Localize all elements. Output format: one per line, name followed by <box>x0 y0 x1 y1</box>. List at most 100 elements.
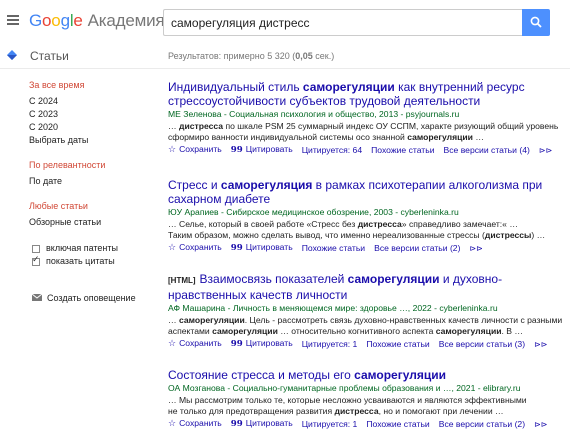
save-button[interactable]: ☆ Сохранить <box>168 242 222 254</box>
cite-button[interactable]: 99 Цитировать <box>231 144 293 156</box>
result-meta: ЮУ Арапиев - Сибирское медицинское обозр… <box>168 207 459 217</box>
highlight-term: дистресса <box>334 406 379 416</box>
highlight-term: дистрессы <box>484 230 532 240</box>
result-title-link[interactable]: Состояние стресса и методы его саморегул… <box>168 368 563 382</box>
text-fragment: Стресс и <box>168 178 221 192</box>
highlight-term: саморегуляции <box>302 80 395 94</box>
search-icon <box>530 16 542 28</box>
mail-icon <box>32 294 42 301</box>
result-title-link[interactable]: [HTML] Взаимосвязь показателей саморегуля… <box>168 272 563 302</box>
result-actions: ☆ Сохранить 99 Цитировать Цитируется: 1 Похож… <box>168 418 563 430</box>
cited-by-link[interactable]: Цитируется: 1 <box>302 419 358 430</box>
text-fragment: … Мы рассмотрим только те, которые несло… <box>168 395 527 405</box>
type-filter-active[interactable]: Любые статьи <box>29 201 154 212</box>
subbar: Статьи Результатов: примерно 5 320 (0,05… <box>0 42 570 69</box>
save-label: Сохранить <box>179 338 222 348</box>
search-box <box>163 9 522 36</box>
menu-icon[interactable] <box>7 15 19 25</box>
save-button[interactable]: ☆ Сохранить <box>168 418 222 430</box>
text-fragment: по шкале PSM 25 суммарный индекс ОУ ССПМ… <box>168 121 559 142</box>
time-filter-item[interactable]: С 2020 <box>29 122 154 135</box>
result-snippet: … дистресса по шкале PSM 25 суммарный ин… <box>168 121 563 143</box>
search-button[interactable] <box>522 9 550 36</box>
related-articles-link[interactable]: Похожие статьи <box>371 145 434 156</box>
type-filter-item[interactable]: Обзорные статьи <box>29 217 154 230</box>
all-versions-link[interactable]: Все версии статьи (2) <box>374 243 460 254</box>
time-filter-item[interactable]: С 2024 <box>29 96 154 109</box>
related-articles-link[interactable]: Похожие статьи <box>302 243 365 254</box>
cited-by-link[interactable]: Цитируется: 1 <box>302 339 358 350</box>
highlight-term: саморегуляции <box>347 272 440 286</box>
logo-letter: e <box>73 11 83 30</box>
show-citations-checkbox[interactable]: показать цитаты <box>32 255 154 268</box>
related-articles-link[interactable]: Похожие статьи <box>366 339 429 350</box>
cite-label: Цитировать <box>245 242 293 252</box>
result-item: Состояние стресса и методы его саморегул… <box>168 368 563 430</box>
result-title-link[interactable]: Стресс и саморегуляция в рамках психотер… <box>168 178 563 206</box>
sidebar: За все время С 2024 С 2023 С 2020 Выбрат… <box>29 80 154 280</box>
highlight-term: саморегуляции <box>407 132 473 142</box>
quote-icon: 99 <box>230 419 243 429</box>
cited-by-link[interactable]: Цитируется: 64 <box>302 145 362 156</box>
related-articles-link[interactable]: Похожие статьи <box>366 419 429 430</box>
time-filter-item[interactable]: С 2023 <box>29 109 154 122</box>
result-actions: ☆ Сохранить 99 Цитировать Цитируется: 64 Похо… <box>168 144 563 156</box>
articles-icon <box>7 50 17 60</box>
type-filter: Любые статьи Обзорные статьи <box>29 201 154 230</box>
more-icon[interactable]: ⊳⊳ <box>534 339 547 350</box>
text-fragment: … Селье, который в своей работе «Стресс … <box>168 219 358 229</box>
save-button[interactable]: ☆ Сохранить <box>168 144 222 156</box>
text-fragment: … относительно когнитивного аспекта <box>277 326 436 336</box>
cite-button[interactable]: 99 Цитировать <box>231 242 293 254</box>
highlight-term: саморегуляции <box>178 315 245 325</box>
checkbox-group: включая патенты показать цитаты <box>29 242 154 268</box>
star-icon: ☆ <box>168 243 177 253</box>
text-fragment: Индивидуальный стиль <box>168 80 303 94</box>
result-snippet: … Селье, который в своей работе «Стресс … <box>168 219 563 241</box>
highlight-term: дистресса <box>357 219 402 229</box>
text-fragment: … <box>472 132 484 142</box>
all-versions-link[interactable]: Все версии статьи (4) <box>444 145 530 156</box>
result-title-link[interactable]: Индивидуальный стиль саморегуляции как в… <box>168 80 563 108</box>
time-filter-active[interactable]: За все время <box>29 80 154 91</box>
sort-filter-item[interactable]: По дате <box>29 176 154 189</box>
all-versions-link[interactable]: Все версии статьи (3) <box>439 339 525 350</box>
sort-filter-active[interactable]: По релевантности <box>29 160 154 171</box>
more-icon[interactable]: ⊳⊳ <box>534 419 547 430</box>
result-snippet: … саморегуляции. Цель - рассмотреть связ… <box>168 315 563 337</box>
html-tag: [HTML] <box>168 276 196 285</box>
include-patents-checkbox[interactable]: включая патенты <box>32 242 154 255</box>
all-versions-link[interactable]: Все версии статьи (2) <box>439 419 525 430</box>
time-filter-item[interactable]: Выбрать даты <box>29 135 154 148</box>
checkbox-label: показать цитаты <box>46 256 115 266</box>
result-actions: ☆ Сохранить 99 Цитировать Цитируется: 1 Похож… <box>168 338 563 350</box>
text-fragment: Таким образом, можно сделать вывод, что … <box>168 230 485 240</box>
cite-button[interactable]: 99 Цитировать <box>231 338 293 350</box>
text-fragment: … <box>168 315 179 325</box>
more-icon[interactable]: ⊳⊳ <box>469 243 482 254</box>
text-fragment: ) … <box>531 230 546 240</box>
text-fragment: … <box>168 121 179 131</box>
result-item: Индивидуальный стиль саморегуляции как в… <box>168 80 563 156</box>
text-fragment: Состояние стресса и методы его <box>168 368 355 382</box>
text-fragment: не только для предотвращения развития <box>168 406 335 416</box>
results-count: Результатов: примерно 5 320 (0,05 сек.) <box>168 51 335 61</box>
result-item: [HTML] Взаимосвязь показателей саморегуля… <box>168 272 563 350</box>
sort-filter: По релевантности По дате <box>29 160 154 189</box>
highlight-term: саморегуляции <box>212 326 278 336</box>
create-alert-link[interactable]: Создать оповещение <box>47 293 136 303</box>
more-icon[interactable]: ⊳⊳ <box>539 145 552 156</box>
text-fragment: Взаимосвязь показателей <box>199 272 348 286</box>
cite-button[interactable]: 99 Цитировать <box>231 418 293 430</box>
save-label: Сохранить <box>179 144 222 154</box>
checkbox[interactable] <box>32 244 40 253</box>
quote-icon: 99 <box>230 243 243 253</box>
cite-label: Цитировать <box>245 338 293 348</box>
search-input[interactable] <box>164 10 522 35</box>
save-button[interactable]: ☆ Сохранить <box>168 338 222 350</box>
checkbox-label: включая патенты <box>46 243 118 253</box>
text-fragment: , но и помогают при лечении … <box>378 406 504 416</box>
scholar-logo[interactable]: Google Академия <box>29 11 165 31</box>
result-meta: МЕ Зеленова - Социальная психология и об… <box>168 109 460 119</box>
checkbox-checked[interactable] <box>32 255 40 266</box>
